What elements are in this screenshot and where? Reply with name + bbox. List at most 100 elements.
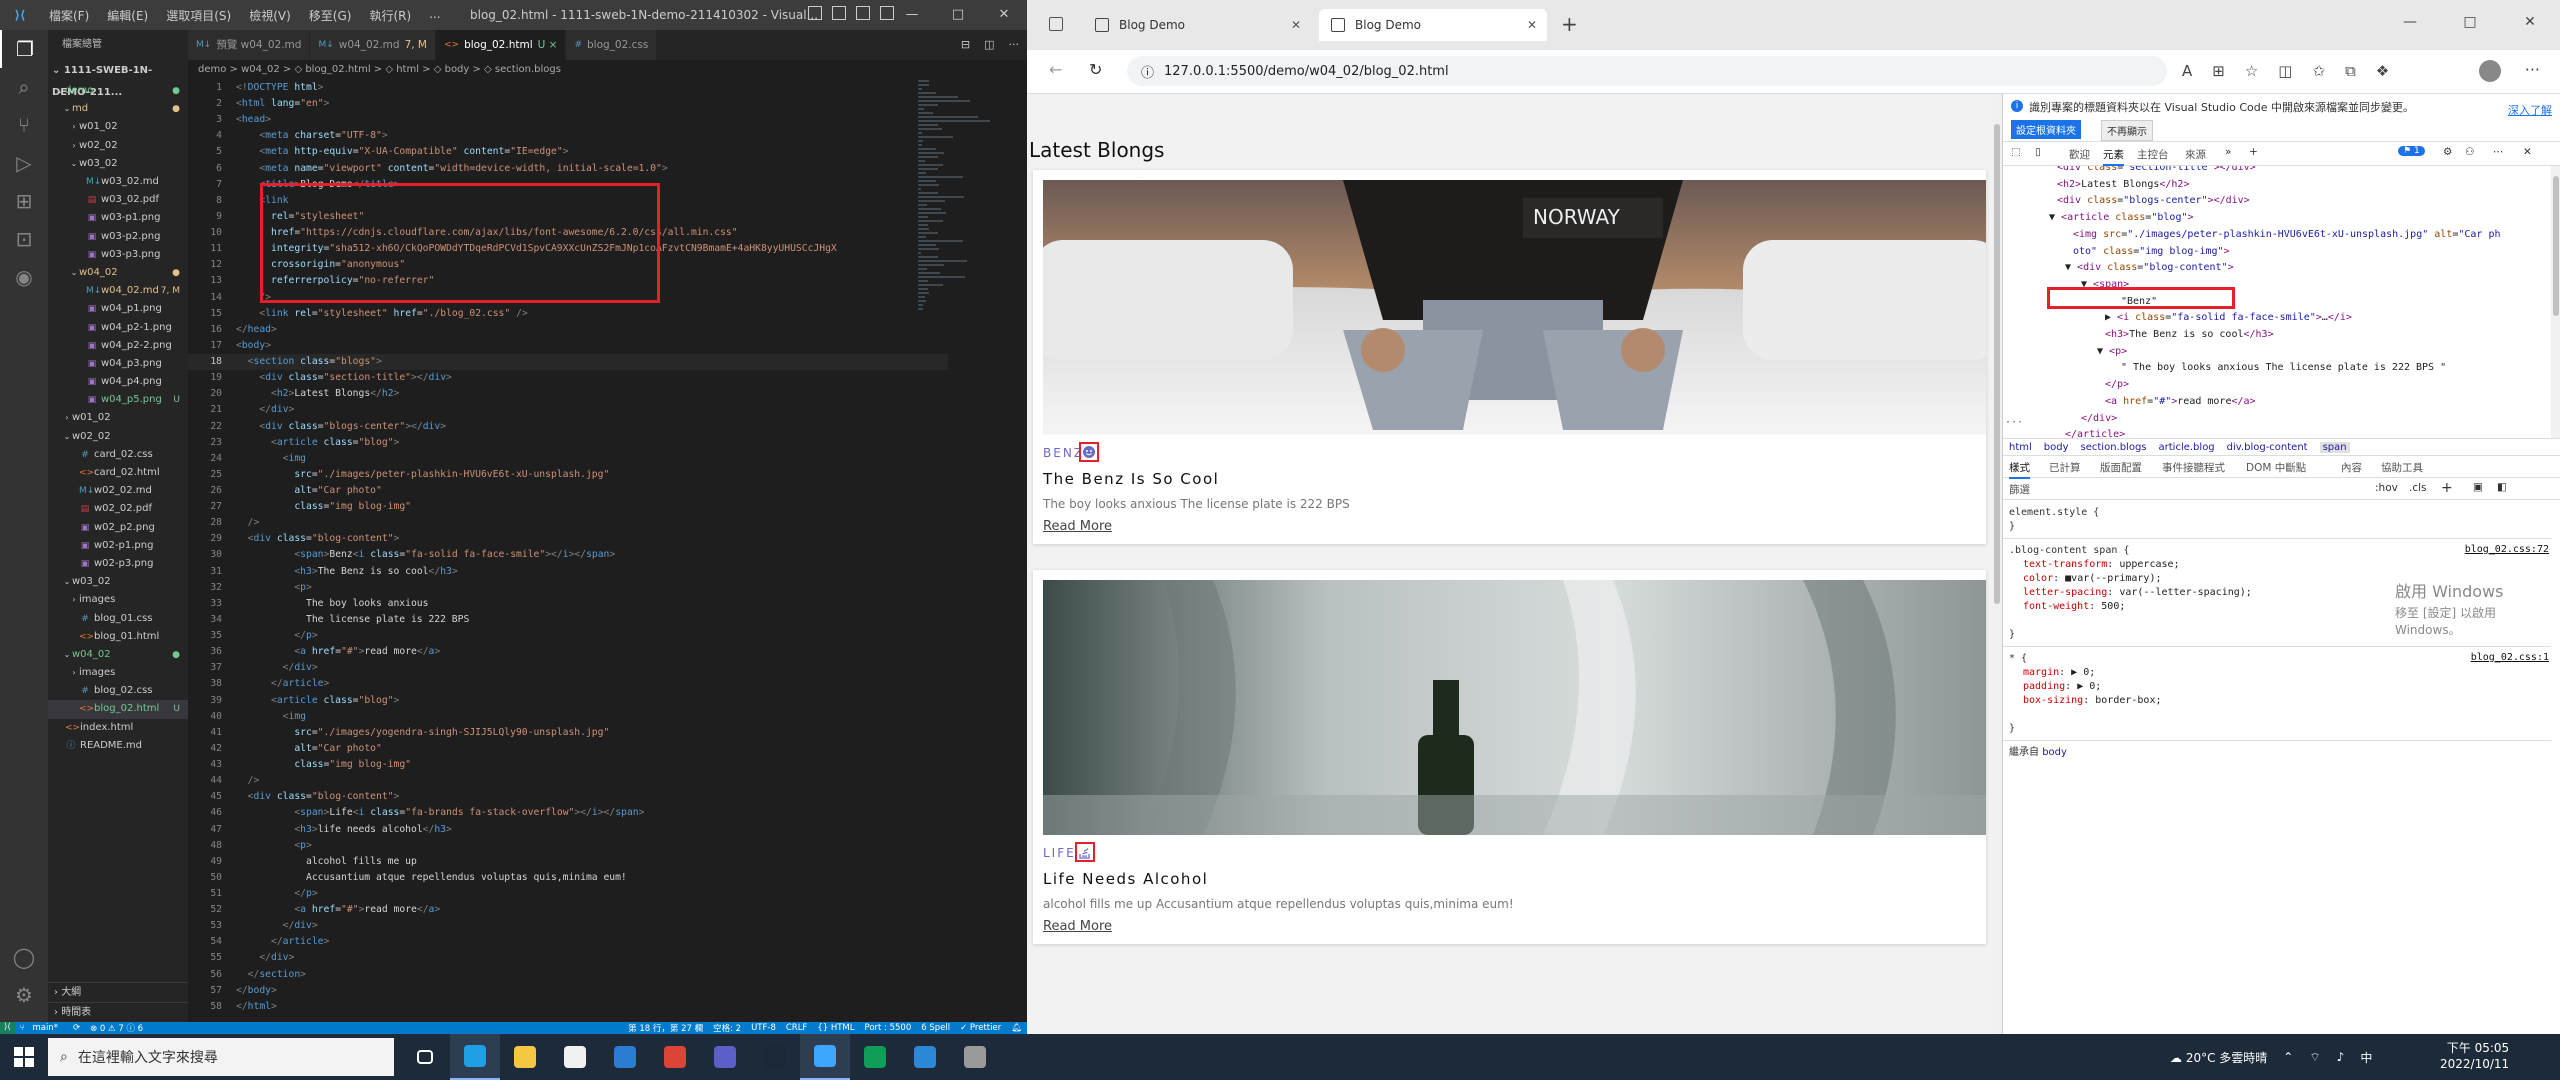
workspace-root[interactable]: ⌄ 1111-SWEB-1N-DEMO-211... [48,60,188,98]
code-line[interactable]: 48 <p> [188,838,948,854]
explorer-file-item[interactable]: ▣ w04_p1.png [48,300,188,318]
code-line[interactable]: 16 </head> [188,322,948,338]
explorer-file-item[interactable]: ▣ w02-p1.png [48,537,188,555]
explorer-file-item[interactable]: ▣ w04_p2-1.png [48,318,188,336]
menu-item[interactable]: 編輯(E) [98,7,157,24]
code-line[interactable]: 39 <article class="blog"> [188,693,948,709]
dom-node-row[interactable]: </p> [2003,377,2551,393]
explorer-file-item[interactable]: ▣ w02-p3.png [48,555,188,573]
remote-indicator-icon[interactable]: ⟩⟨ [0,1022,15,1034]
css-property-row[interactable]: padding: ▶ 0; [2023,680,2101,694]
chrome-alt-icon[interactable] [850,1034,900,1080]
styles-subtab[interactable]: 協助工具 [2381,460,2423,475]
dom-node-row[interactable]: <img src="./images/peter-plashkin-HVU6vE… [2003,227,2551,243]
explorer-file-item[interactable]: M↓ w04_02.md 7, M [48,282,188,300]
styles-subtab[interactable]: 樣式 [2009,460,2030,479]
hover-state-button[interactable]: :hov [2375,482,2398,494]
minimize-icon[interactable]: — [2380,0,2440,44]
class-toggle-button[interactable]: .cls [2409,482,2427,494]
more-tabs-icon[interactable]: » [2225,146,2231,158]
split-editor-icon[interactable]: ◫ [984,38,994,51]
toggle-panel-icon[interactable] [832,6,846,20]
page-scrollbar[interactable] [1992,94,2002,1034]
explorer-file-item[interactable]: ▣ w04_p2-2.png [48,337,188,355]
source-control-icon[interactable]: ⑂ [0,106,48,144]
problems-status[interactable]: ⊗ 0 ⚠ 7 ⓘ 6 [85,1022,148,1034]
explorer-file-item[interactable]: ▣ w02_p2.png [48,519,188,537]
code-line[interactable]: 5 <meta http-equiv="X-UA-Compatible" con… [188,144,948,160]
rule-selector-blog-content-span[interactable]: .blog-content span { [2009,544,2129,558]
refresh-icon[interactable]: ↻ [1089,60,1102,79]
code-line[interactable]: 2 <html lang="en"> [188,96,948,112]
code-line[interactable]: 28 /> [188,515,948,531]
code-line[interactable]: 15 <link rel="stylesheet" href="./blog_0… [188,306,948,322]
read-more-link[interactable]: Read More [1043,519,1112,534]
chrome-icon[interactable] [650,1034,700,1080]
dom-node-row[interactable]: " The boy looks anxious The license plat… [2003,360,2551,376]
favorite-star-icon[interactable]: ☆ [2245,62,2258,80]
code-line[interactable]: 8 <link [188,193,948,209]
editor-tab[interactable]: M↓ 預覽 w04_02.md [188,30,311,60]
extensions-icon[interactable]: ❖ [2376,62,2389,80]
spell-status[interactable]: 6 Spell [916,1023,955,1033]
code-line[interactable]: 10 href="https://cdnjs.cloudflare.com/aj… [188,225,948,241]
styles-subtab[interactable]: 版面配置 [2100,460,2142,475]
dom-node-row[interactable]: ▼ <article class="blog"> [2003,210,2551,226]
code-line[interactable]: 6 <meta name="viewport" content="width=d… [188,161,948,177]
css-property-row[interactable]: font-weight: 500; [2023,600,2125,614]
styles-filter-input[interactable]: 篩選 [2009,482,2030,497]
tab-actions-icon[interactable] [1049,17,1063,31]
explorer-file-item[interactable]: ▣ w04_p3.png [48,355,188,373]
code-line[interactable]: 49 alcohol fills me up [188,854,948,870]
code-line[interactable]: 7 <title>Blog Demo</title> [188,177,948,193]
dom-node-row[interactable]: ▼ <p> [2003,344,2551,360]
explorer-file-item[interactable]: ▣ w04_p4.png [48,373,188,391]
explorer-file-item[interactable]: # card_02.css [48,446,188,464]
code-line[interactable]: 25 src="./images/peter-plashkin-HVU6vE6t… [188,467,948,483]
code-line[interactable]: 1 <!DOCTYPE html> [188,80,948,96]
explorer-file-item[interactable]: <> index.html [48,719,188,737]
close-tab-icon[interactable]: ✕ [1527,18,1537,32]
new-rule-button[interactable]: + [2441,480,2453,496]
cursor-position[interactable]: 第 18 行，第 27 欄 [623,1022,708,1034]
open-preview-icon[interactable]: ⊟ [961,38,970,51]
code-line[interactable]: 12 crossorigin="anonymous" [188,257,948,273]
device-emulation-icon[interactable]: ▯ [2035,146,2041,158]
code-line[interactable]: 13 referrerpolicy="no-referrer" [188,273,948,289]
code-line[interactable]: 43 class="img blog-img" [188,757,948,773]
explorer-file-item[interactable]: ▣ w03-p2.png [48,228,188,246]
code-line[interactable]: 22 <div class="blogs-center"></div> [188,419,948,435]
rule-source-link[interactable]: blog_02.css:72 [2465,544,2549,555]
encoding-status[interactable]: UTF-8 [746,1023,781,1033]
search-icon[interactable]: ⌕ [0,68,48,106]
code-line[interactable]: 45 <div class="blog-content"> [188,789,948,805]
eol-status[interactable]: CRLF [781,1023,812,1033]
account-icon[interactable]: ◯ [0,938,48,976]
code-line[interactable]: 32 <p> [188,580,948,596]
add-tab-icon[interactable]: + [2249,146,2258,158]
css-property-row[interactable]: margin: ▶ 0; [2023,666,2095,680]
browser-tab-1[interactable]: Blog Demo ✕ [1083,9,1311,41]
browser-tab-2[interactable]: Blog Demo ✕ [1319,9,1547,41]
ime-icon[interactable]: 中 [2360,1049,2372,1066]
dom-breadcrumb-item[interactable]: article.blog [2159,442,2215,453]
menu-item[interactable]: ... [420,7,449,24]
explorer-folder-item[interactable]: › w01_02 [48,118,188,136]
maximize-icon[interactable]: □ [935,0,981,30]
code-line[interactable]: 17 <body> [188,338,948,354]
code-line[interactable]: 37 </div> [188,660,948,676]
photos-icon[interactable] [900,1034,950,1080]
windows-start-icon[interactable] [14,1047,34,1067]
steam-icon[interactable] [750,1034,800,1080]
tab-console[interactable]: 主控台 [2137,147,2169,162]
misc-app-icon[interactable] [950,1034,1000,1080]
explorer-folder-item[interactable]: › images [48,591,188,609]
explorer-file-item[interactable]: M↓ w02_02.md [48,482,188,500]
explorer-file-item[interactable]: <> blog_01.html [48,628,188,646]
code-line[interactable]: 40 <img [188,709,948,725]
code-line[interactable]: 26 alt="Car photo" [188,483,948,499]
minimize-icon[interactable]: — [889,0,935,30]
editor-tab[interactable]: <> blog_02.html U × [435,30,567,60]
explorer-file-item[interactable]: # blog_01.css [48,609,188,627]
tab-sources[interactable]: 來源 [2185,147,2206,162]
